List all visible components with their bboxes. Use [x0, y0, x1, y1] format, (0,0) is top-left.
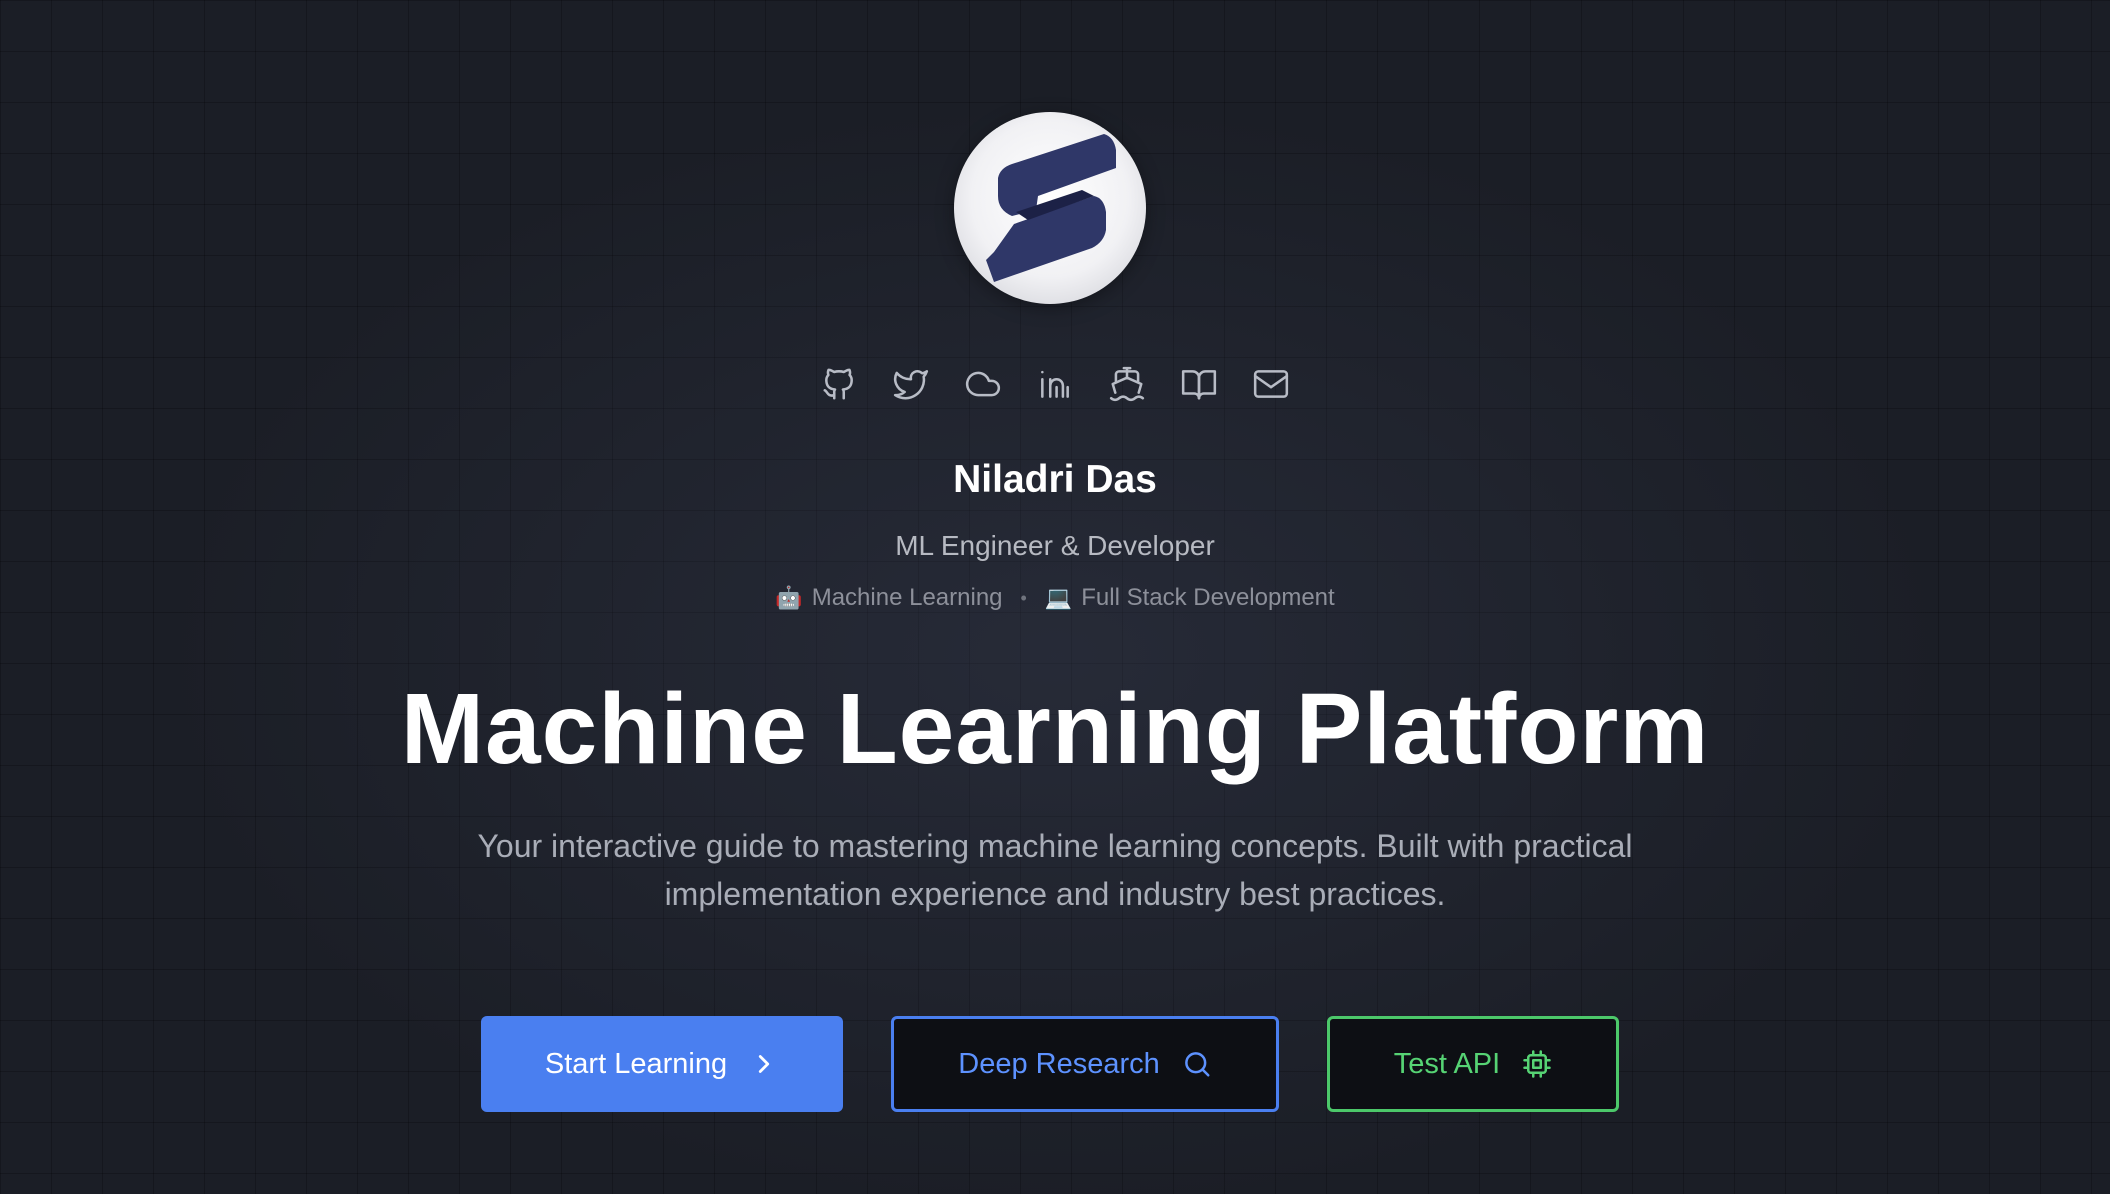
search-icon — [1184, 1052, 1210, 1077]
test-api-label: Test API — [1393, 1047, 1501, 1080]
robot-icon: 🤖 — [775, 585, 803, 610]
profile-role: ML Engineer & Developer — [895, 530, 1215, 561]
tag-machine-learning: 🤖 Machine Learning — [775, 584, 1002, 612]
github-icon[interactable] — [820, 365, 858, 403]
profile-name: Niladri Das — [953, 458, 1157, 501]
hero-section: Niladri Das ML Engineer & Developer 🤖 Ma… — [0, 0, 2110, 1194]
start-learning-label: Start Learning — [544, 1047, 728, 1080]
test-api-button[interactable]: Test API — [1327, 1016, 1619, 1112]
twitter-icon[interactable] — [892, 365, 930, 403]
deep-research-label: Deep Research — [958, 1047, 1160, 1080]
tag-label: Full Stack Development — [1081, 584, 1335, 611]
page-subtitle: Your interactive guide to mastering mach… — [477, 828, 1633, 912]
linkedin-icon[interactable] — [1036, 365, 1074, 403]
chevron-right-icon — [758, 1055, 770, 1073]
tag-full-stack: 💻 Full Stack Development — [1045, 584, 1335, 612]
page-title: Machine Learning Platform — [400, 673, 1710, 785]
deep-research-button[interactable]: Deep Research — [891, 1016, 1279, 1112]
tag-label: Machine Learning — [811, 584, 1003, 611]
ship-icon[interactable] — [1108, 365, 1146, 403]
start-learning-button[interactable]: Start Learning — [481, 1016, 843, 1112]
social-links — [0, 365, 2110, 403]
tag-separator: • — [1020, 587, 1027, 608]
book-icon[interactable] — [1180, 365, 1218, 403]
profile-tags: 🤖 Machine Learning • 💻 Full Stack Develo… — [0, 584, 2110, 612]
logo — [954, 112, 1146, 304]
cloud-icon[interactable] — [964, 365, 1002, 403]
cpu-icon — [1523, 1050, 1551, 1078]
s-logo-icon — [986, 134, 1116, 282]
laptop-icon: 💻 — [1044, 585, 1073, 610]
mail-icon[interactable] — [1252, 365, 1290, 403]
